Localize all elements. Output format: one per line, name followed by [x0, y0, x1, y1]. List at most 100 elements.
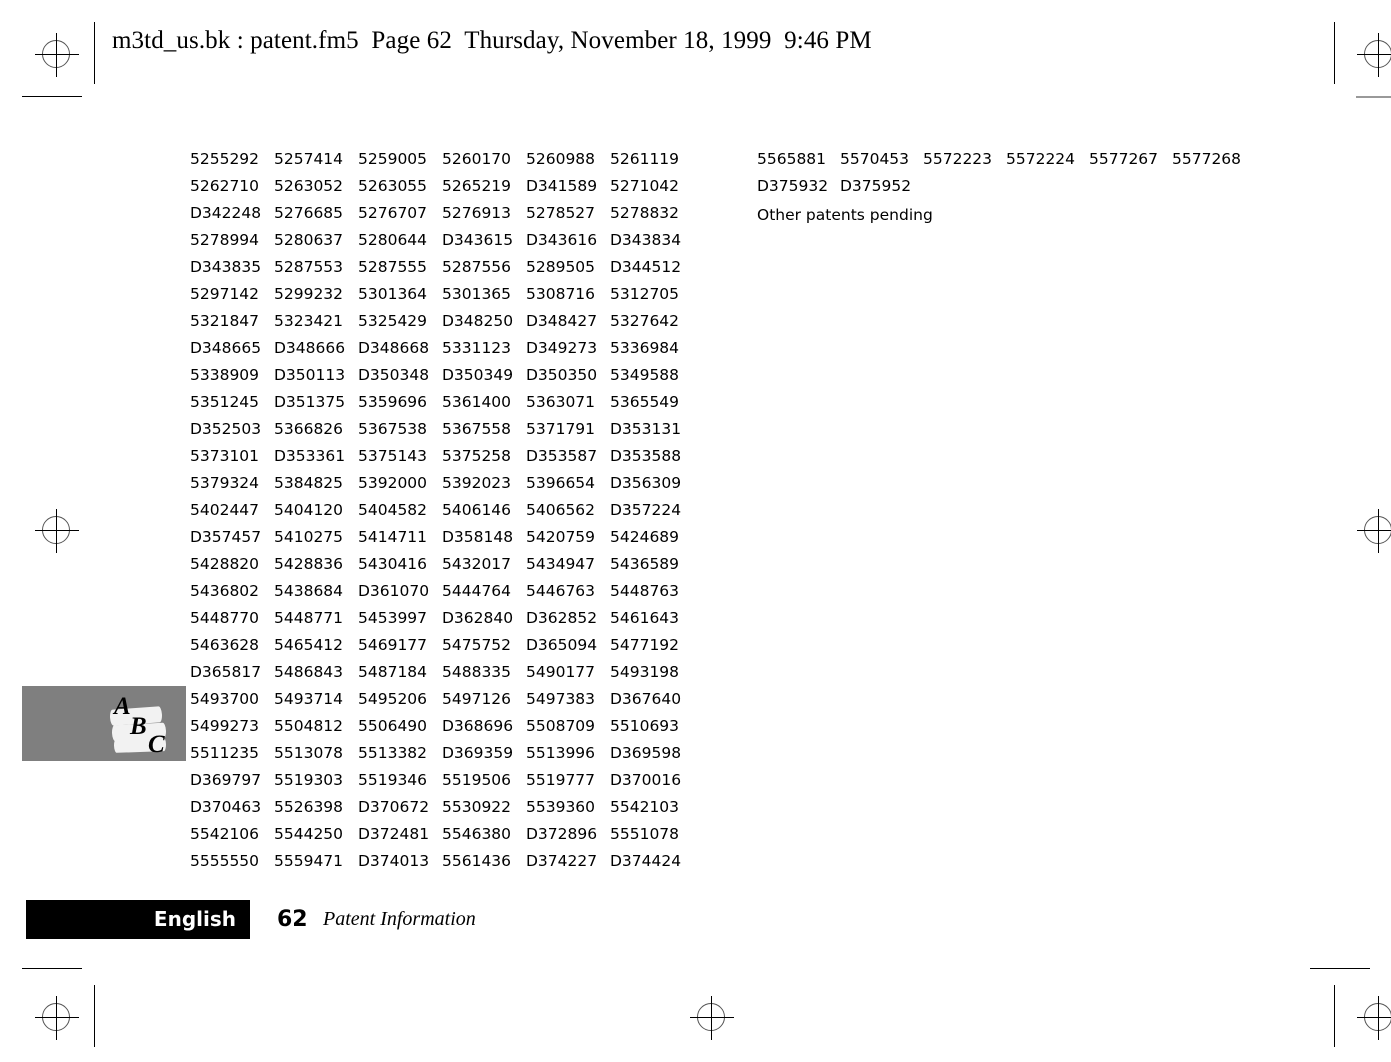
table-row: 5428820 5428836 5430416 5432017 5434947 54365… — [190, 551, 694, 578]
table-row: D348665 D348666 D348668 5331123 D349273 53369… — [190, 335, 694, 362]
table-row: 5373101 D353361 5375143 5375258 D353587 D3535… — [190, 443, 694, 470]
patent-number-cell: 5561436 — [442, 852, 512, 870]
patent-number-cell: 5261119 — [610, 150, 680, 168]
table-row: 5511235 5513078 5513382 D369359 5513996 D3695… — [190, 740, 694, 767]
patent-number-cell: 5308716 — [526, 285, 596, 303]
patent-number-cell: 5493700 — [190, 690, 260, 708]
patent-number-cell: 5276913 — [442, 204, 512, 222]
patent-number-cell: 5265219 — [442, 177, 512, 195]
patent-number-cell: D342248 — [190, 204, 262, 222]
table-row: 5463628 5465412 5469177 5475752 D365094 54771… — [190, 632, 694, 659]
patent-number-cell: 5559471 — [274, 852, 344, 870]
patent-number-cell: D361070 — [358, 582, 430, 600]
registration-vline — [1378, 33, 1379, 77]
patent-number-cell: 5384825 — [274, 474, 344, 492]
patent-number-cell: 5351245 — [190, 393, 260, 411]
patent-number-cell: 5299232 — [274, 285, 344, 303]
registration-hline — [35, 54, 79, 55]
patent-number-cell: 5530922 — [442, 798, 512, 816]
table-row: 5542106 5544250 D372481 5546380 D372896 55510… — [190, 821, 694, 848]
patent-number-cell: 5278994 — [190, 231, 260, 249]
patent-number-cell: D352503 — [190, 420, 262, 438]
table-row: 5262710 5263052 5263055 5265219 D341589 52710… — [190, 173, 694, 200]
patent-number-cell: 5404582 — [358, 501, 428, 519]
page-header-text: m3td_us.bk : patent.fm5 Page 62 Thursday… — [112, 27, 872, 54]
table-row: D357457 5410275 5414711 D358148 5420759 54246… — [190, 524, 694, 551]
table-row: 5499273 5504812 5506490 D368696 5508709 55106… — [190, 713, 694, 740]
patent-number-cell: 5278527 — [526, 204, 596, 222]
patent-number-cell: 5432017 — [442, 555, 512, 573]
patent-number-cell: D372896 — [526, 825, 598, 843]
patent-number-cell: D369598 — [610, 744, 682, 762]
patent-number-cell: 5486843 — [274, 663, 344, 681]
patent-number-cell: 5495206 — [358, 690, 428, 708]
footer-page-number: 62 — [277, 907, 308, 932]
patent-number-cell: 5260988 — [526, 150, 596, 168]
patent-number-cell: 5428820 — [190, 555, 260, 573]
patent-number-cell: 5555550 — [190, 852, 260, 870]
patent-number-cell: 5321847 — [190, 312, 260, 330]
patent-number-cell: D353587 — [526, 447, 598, 465]
patent-number-cell: D357457 — [190, 528, 262, 546]
patent-number-cell: 5336984 — [610, 339, 680, 357]
patent-number-cell: 5544250 — [274, 825, 344, 843]
crop-mark-bottom-right-vertical — [1334, 985, 1335, 1047]
table-row: 5379324 5384825 5392000 5392023 5396654 D3563… — [190, 470, 694, 497]
registration-mark-bottom-left — [34, 995, 80, 1041]
registration-hline — [35, 530, 79, 531]
crop-mark-top-right-horizontal — [1356, 96, 1391, 98]
patent-number-cell: 5297142 — [190, 285, 260, 303]
table-row: 5338909 D350113 D350348 D350349 D350350 53495… — [190, 362, 694, 389]
patent-number-cell: D370672 — [358, 798, 430, 816]
crop-mark-bottom-left-horizontal — [22, 968, 82, 969]
table-row: 5565881 5570453 5572223 5572224 5577267 55772… — [757, 146, 1255, 173]
patent-number-cell: D350113 — [274, 366, 346, 384]
patent-number-cell: D375952 — [840, 177, 912, 195]
patent-number-cell: 5499273 — [190, 717, 260, 735]
table-row: 5255292 5257414 5259005 5260170 5260988 52611… — [190, 146, 694, 173]
patent-number-cell: 5359696 — [358, 393, 428, 411]
registration-mark-top-left — [34, 32, 80, 78]
patent-number-cell: D367640 — [610, 690, 682, 708]
patent-number-cell: D341589 — [526, 177, 598, 195]
abc-logo-letter-c: C — [148, 731, 165, 758]
patent-number-cell: 5542106 — [190, 825, 260, 843]
patent-number-cell: 5519346 — [358, 771, 428, 789]
registration-vline — [1378, 996, 1379, 1040]
registration-vline — [56, 33, 57, 77]
patent-number-cell: 5365549 — [610, 393, 680, 411]
patent-number-cell: D343834 — [610, 231, 682, 249]
empty-cell — [1172, 173, 1255, 200]
patent-number-cell: 5262710 — [190, 177, 260, 195]
patent-number-cell: 5373101 — [190, 447, 260, 465]
crop-mark-bottom-right-horizontal — [1310, 968, 1370, 969]
patent-number-cell: D375932 — [757, 177, 829, 195]
patent-number-cell: D369797 — [190, 771, 262, 789]
patent-number-cell: D343616 — [526, 231, 598, 249]
empty-cell — [1089, 173, 1172, 200]
registration-hline — [1357, 530, 1391, 531]
patent-number-cell: 5287556 — [442, 258, 512, 276]
patent-number-cell: 5259005 — [358, 150, 428, 168]
registration-mark-mid-left — [34, 508, 80, 554]
patent-number-cell: 5490177 — [526, 663, 596, 681]
registration-mark-bottom-center — [689, 995, 735, 1041]
patent-number-cell: 5424689 — [610, 528, 680, 546]
table-row: D365817 5486843 5487184 5488335 5490177 54931… — [190, 659, 694, 686]
footer-language-label: English — [153, 907, 236, 931]
patent-number-cell: D370016 — [610, 771, 682, 789]
table-row: 5493700 5493714 5495206 5497126 5497383 D3676… — [190, 686, 694, 713]
patent-number-cell: 5519506 — [442, 771, 512, 789]
patent-number-cell: 5287553 — [274, 258, 344, 276]
table-row: 5297142 5299232 5301364 5301365 5308716 53127… — [190, 281, 694, 308]
patent-number-table-right: 5565881 5570453 5572223 5572224 5577267 55772… — [757, 146, 1255, 200]
patent-number-cell: 5367538 — [358, 420, 428, 438]
patent-number-cell: D348250 — [442, 312, 514, 330]
patent-number-cell: 5396654 — [526, 474, 596, 492]
patent-number-cell: D362840 — [442, 609, 514, 627]
abc-logo-letter-b: B — [130, 713, 147, 740]
patent-number-cell: 5331123 — [442, 339, 512, 357]
patent-number-cell: 5497126 — [442, 690, 512, 708]
patent-number-cell: D365817 — [190, 663, 262, 681]
patent-number-cell: 5513382 — [358, 744, 428, 762]
